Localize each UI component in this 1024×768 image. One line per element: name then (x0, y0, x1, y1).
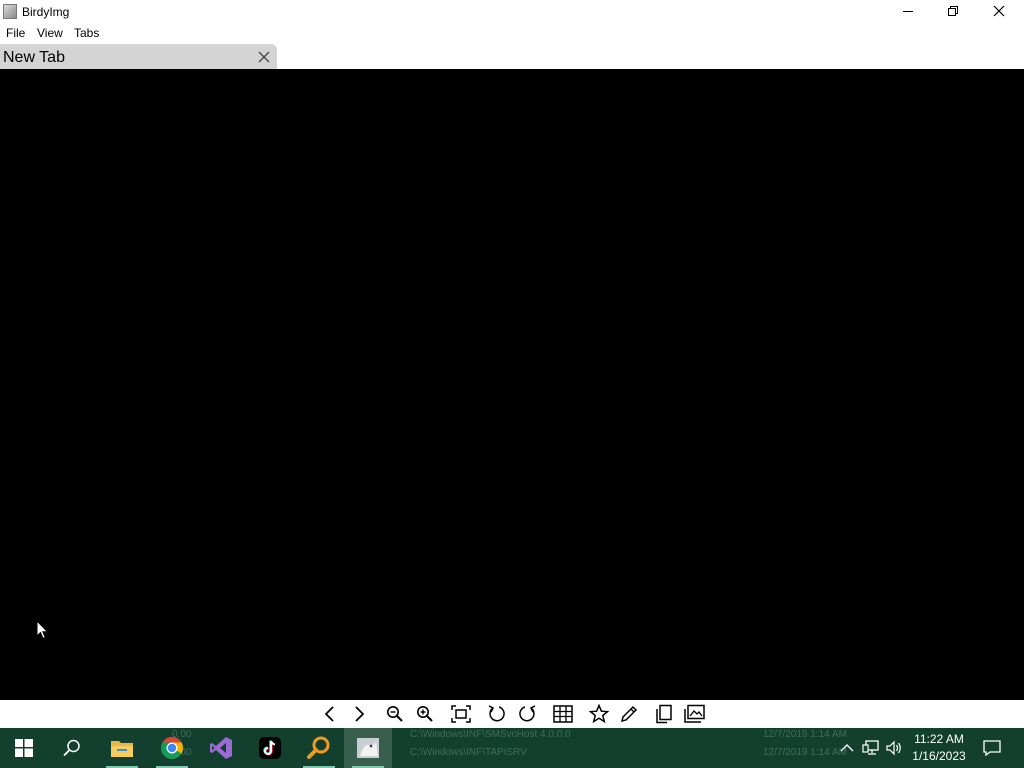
tab-close-icon[interactable] (258, 51, 270, 63)
app-icon (3, 4, 17, 19)
birdyimg-taskbar-button[interactable] (344, 728, 392, 768)
search-everything-button[interactable] (295, 728, 343, 768)
speaker-icon (886, 740, 901, 756)
edit-button[interactable] (617, 703, 641, 725)
start-button[interactable] (0, 728, 48, 768)
chevron-up-icon (840, 744, 854, 752)
zoom-out-button[interactable] (383, 703, 407, 725)
rotate-left-icon (488, 705, 505, 722)
tiktok-icon (259, 737, 281, 759)
fit-to-window-button[interactable] (449, 703, 473, 725)
file-explorer-button[interactable] (98, 728, 146, 768)
show-hidden-icons-button[interactable] (836, 736, 858, 760)
next-button[interactable] (347, 703, 371, 725)
minimize-button[interactable] (885, 0, 931, 22)
grid-view-button[interactable] (551, 703, 575, 725)
search-button[interactable] (48, 728, 96, 768)
image-viewer-canvas[interactable] (0, 69, 1024, 700)
notification-icon (983, 740, 1001, 756)
tab-label: New Tab (3, 49, 65, 66)
search-icon (63, 739, 80, 757)
grid-icon (553, 705, 573, 723)
copy-icon (656, 704, 672, 724)
zoom-in-button[interactable] (413, 703, 437, 725)
open-gallery-icon (684, 704, 705, 723)
action-center-button[interactable] (980, 736, 1004, 760)
clock-time: 11:22 AM (914, 732, 964, 746)
visual-studio-icon (210, 737, 232, 759)
tab-strip: New Tab (0, 43, 1024, 69)
rotate-right-icon (519, 705, 536, 722)
windows-logo-icon (15, 739, 33, 757)
tab-new-tab[interactable]: New Tab (0, 44, 277, 69)
menu-view[interactable]: View (37, 26, 63, 40)
menu-bar: File View Tabs (0, 24, 1024, 43)
menu-file[interactable]: File (6, 26, 25, 40)
favorite-button[interactable] (587, 703, 611, 725)
open-gallery-button[interactable] (683, 703, 707, 725)
network-button[interactable] (860, 736, 882, 760)
clock-date: 1/16/2023 (912, 749, 966, 763)
mouse-cursor-icon (36, 620, 49, 640)
chrome-button[interactable] (148, 728, 196, 768)
background-text: C:\Windows\INF\SMSvcHost 4.0.0.0 (410, 729, 571, 740)
fit-to-window-icon (451, 705, 471, 723)
volume-button[interactable] (884, 736, 906, 760)
background-text: C:\Windows\INF\TAPISRV (410, 747, 527, 758)
background-text: 12/7/2019 1:14 AM (763, 729, 847, 740)
taskbar-clock[interactable]: 11:22 AM 1/16/2023 (906, 731, 972, 765)
favorite-star-icon (589, 704, 609, 724)
rotate-right-button[interactable] (515, 703, 539, 725)
restore-button[interactable] (930, 0, 976, 22)
bottom-toolbar (0, 700, 1024, 728)
tiktok-button[interactable] (246, 728, 294, 768)
birdyimg-app-icon (357, 738, 379, 758)
folder-icon (111, 741, 133, 757)
previous-button[interactable] (318, 703, 342, 725)
close-button[interactable] (976, 0, 1022, 22)
previous-icon (324, 706, 334, 722)
next-icon (355, 706, 365, 722)
network-icon (862, 740, 879, 755)
title-bar: BirdyImg (0, 0, 1024, 24)
edit-pencil-icon (620, 705, 638, 723)
windows-taskbar: 0.00 0.00 C:\Windows\INF\SMSvcHost 4.0.0… (0, 728, 1024, 768)
close-icon (993, 5, 1005, 17)
chrome-icon (161, 737, 183, 759)
zoom-out-icon (387, 706, 403, 722)
window-title: BirdyImg (22, 5, 70, 19)
rotate-left-button[interactable] (485, 703, 509, 725)
copy-button[interactable] (652, 703, 676, 725)
minimize-icon (903, 11, 913, 12)
magnifier-app-icon (307, 736, 330, 759)
zoom-in-icon (417, 706, 433, 722)
background-text: 12/7/2019 1:14 AM (763, 747, 847, 758)
restore-icon (948, 6, 958, 16)
visual-studio-button[interactable] (197, 728, 245, 768)
menu-tabs[interactable]: Tabs (74, 26, 99, 40)
